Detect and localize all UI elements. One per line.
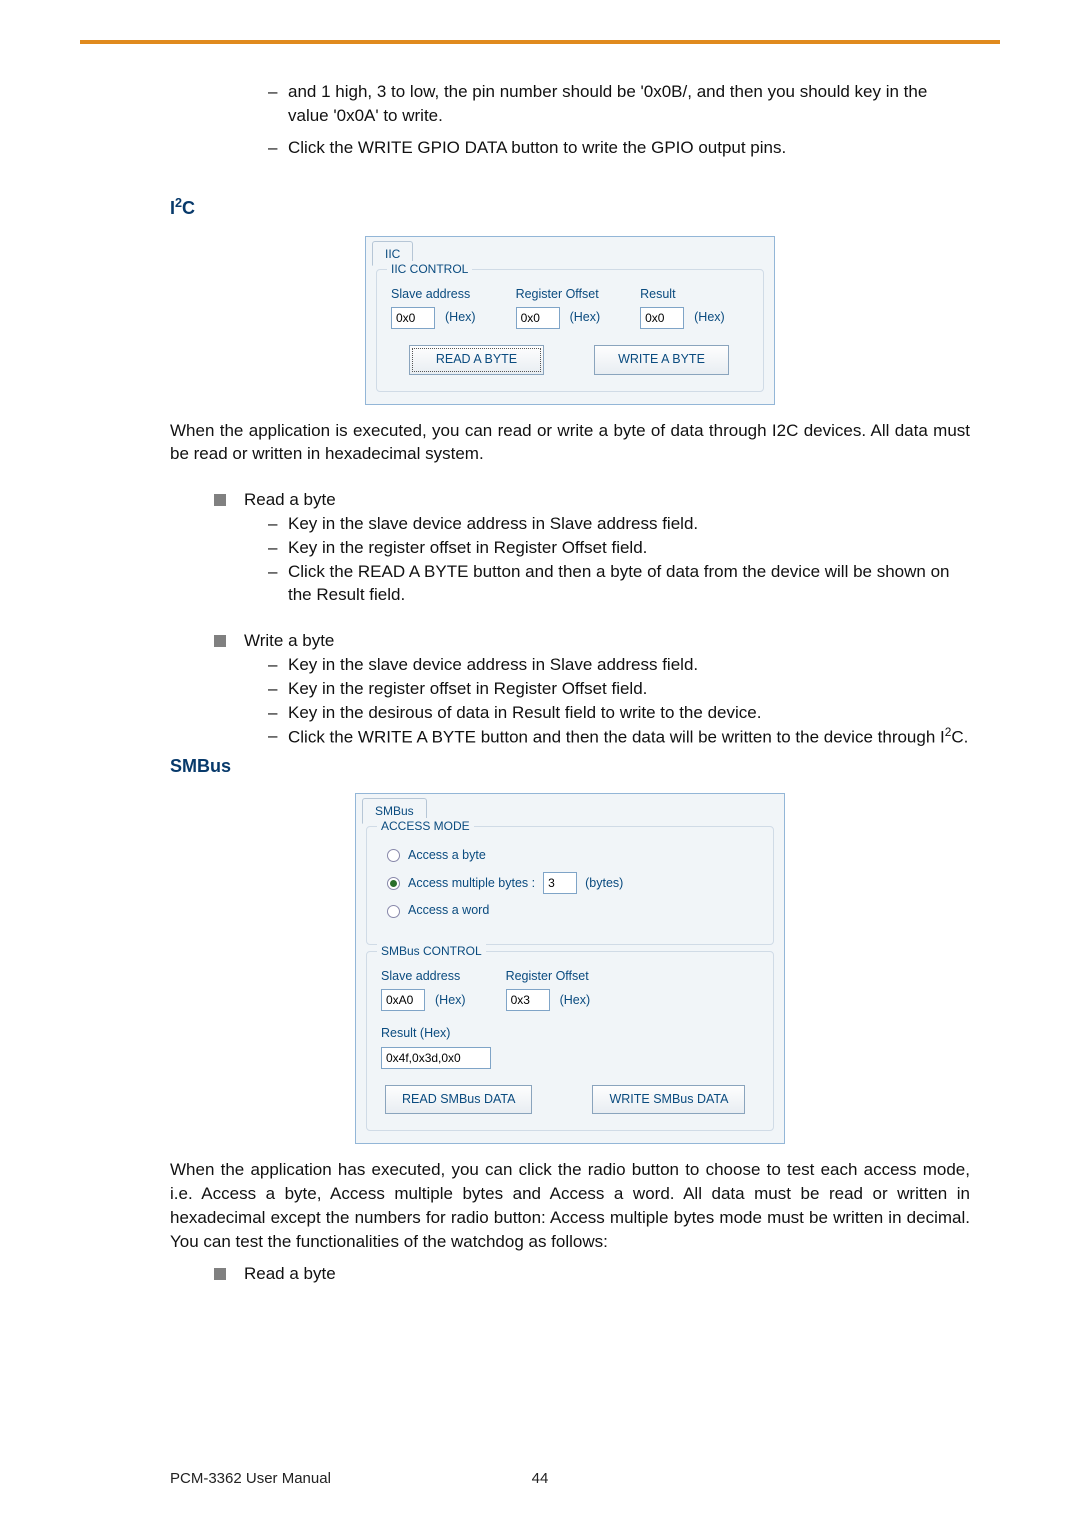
smbus-ctrl-title: SMBus CONTROL <box>377 943 486 960</box>
read-item-c: Click the READ A BYTE button and then a … <box>260 560 970 608</box>
read-byte-heading: Read a byte <box>210 488 970 512</box>
footer-left: PCM-3362 User Manual <box>170 1470 331 1487</box>
smbus-intro-text: When the application has executed, you c… <box>170 1158 970 1253</box>
write-item-c: Key in the desirous of data in Result fi… <box>260 701 970 725</box>
footer: PCM-3362 User Manual 44 <box>170 1470 910 1487</box>
read-smbus-button[interactable]: READ SMBus DATA <box>385 1085 532 1115</box>
main-content: and 1 high, 3 to low, the pin number sho… <box>170 80 970 1285</box>
radio-word-label: Access a word <box>408 902 489 920</box>
iic-reg-hex: (Hex) <box>570 309 601 327</box>
iic-figure: IIC IIC CONTROL Slave address 0x0 (Hex) … <box>365 236 775 405</box>
smbus-reg-hex: (Hex) <box>560 992 591 1010</box>
iic-slave-hex: (Hex) <box>445 309 476 327</box>
iic-reg-input[interactable]: 0x0 <box>516 307 560 329</box>
footer-page: 44 <box>532 1470 549 1487</box>
smbus-slave-input[interactable]: 0xA0 <box>381 989 425 1011</box>
write-item-d: Click the WRITE A BYTE button and then t… <box>260 724 970 749</box>
i2c-head-b: 2 <box>175 196 182 210</box>
multi-bytes-input[interactable]: 3 <box>543 872 577 894</box>
write-item-d-c: C. <box>951 728 968 747</box>
smbus-heading: SMBus <box>170 754 970 779</box>
write-byte-button[interactable]: WRITE A BYTE <box>594 345 729 375</box>
i2c-intro-text: When the application is executed, you ca… <box>170 419 970 467</box>
read-byte-button[interactable]: READ A BYTE <box>409 345 544 375</box>
iic-slave-input[interactable]: 0x0 <box>391 307 435 329</box>
read-item-a: Key in the slave device address in Slave… <box>260 512 970 536</box>
smbus-slave-hex: (Hex) <box>435 992 466 1010</box>
radio-access-multi[interactable] <box>387 877 400 890</box>
read-item-b: Key in the register offset in Register O… <box>260 536 970 560</box>
radio-access-byte[interactable] <box>387 849 400 862</box>
iic-slave-label: Slave address <box>391 286 476 304</box>
smbus-result-label: Result (Hex) <box>381 1025 759 1043</box>
smbus-access-mode-group: ACCESS MODE Access a byte Access multipl… <box>366 826 774 945</box>
smbus-mode-title: ACCESS MODE <box>377 818 474 835</box>
radio-access-word[interactable] <box>387 905 400 918</box>
bytes-label: (bytes) <box>585 875 623 893</box>
intro-bullet-1: and 1 high, 3 to low, the pin number sho… <box>260 80 970 128</box>
smbus-reg-input[interactable]: 0x3 <box>506 989 550 1011</box>
smbus-figure: SMBus ACCESS MODE Access a byte Access m… <box>355 793 785 1145</box>
smbus-slave-label: Slave address <box>381 968 466 986</box>
iic-result-label: Result <box>640 286 725 304</box>
i2c-head-c: C <box>182 198 195 218</box>
write-item-d-a: Click the WRITE A BYTE button and then t… <box>288 728 945 747</box>
write-item-b: Key in the register offset in Register O… <box>260 677 970 701</box>
smbus-reg-label: Register Offset <box>506 968 591 986</box>
iic-group-title: IIC CONTROL <box>387 261 472 278</box>
intro-bullet-2: Click the WRITE GPIO DATA button to writ… <box>260 136 970 160</box>
iic-result-input[interactable]: 0x0 <box>640 307 684 329</box>
write-smbus-button[interactable]: WRITE SMBus DATA <box>592 1085 745 1115</box>
radio-multi-label: Access multiple bytes : <box>408 875 535 893</box>
top-border <box>80 40 1000 44</box>
iic-result-hex: (Hex) <box>694 309 725 327</box>
i2c-heading: I2C <box>170 195 970 221</box>
iic-reg-label: Register Offset <box>516 286 601 304</box>
smbus-control-group: SMBus CONTROL Slave address 0xA0 (Hex) R… <box>366 951 774 1132</box>
iic-control-group: IIC CONTROL Slave address 0x0 (Hex) Regi… <box>376 269 764 392</box>
write-byte-heading: Write a byte <box>210 629 970 653</box>
smbus-result-input[interactable]: 0x4f,0x3d,0x0 <box>381 1047 491 1069</box>
final-read-byte: Read a byte <box>210 1262 970 1286</box>
write-item-a: Key in the slave device address in Slave… <box>260 653 970 677</box>
radio-byte-label: Access a byte <box>408 847 486 865</box>
